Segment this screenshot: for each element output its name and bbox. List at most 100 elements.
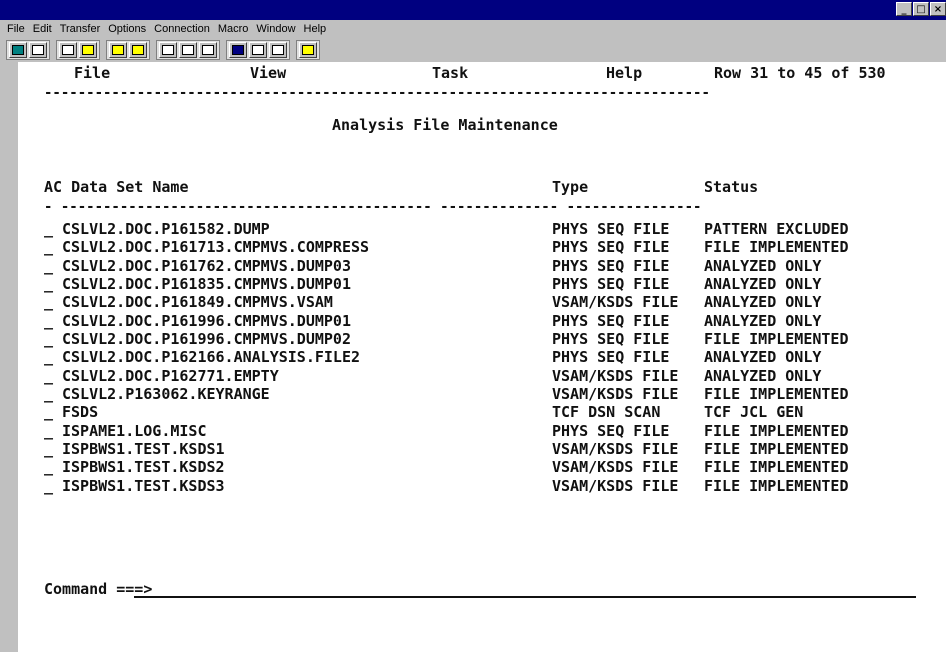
dataset-status: ANALYZED ONLY <box>704 256 822 275</box>
row-select-field[interactable]: _ <box>44 257 53 275</box>
font-down-icon[interactable] <box>179 42 197 58</box>
session-icon[interactable] <box>229 42 247 58</box>
print-icon[interactable] <box>29 42 47 58</box>
dataset-status: FILE IMPLEMENTED <box>704 476 849 495</box>
row-select-field[interactable]: _ <box>44 312 53 330</box>
dataset-status: FILE IMPLEMENTED <box>704 329 849 348</box>
dataset-type: PHYS SEQ FILE <box>552 348 670 367</box>
row-select-field[interactable]: _ <box>44 403 53 421</box>
row-select-field[interactable]: _ <box>44 477 53 495</box>
dataset-type: PHYS SEQ FILE <box>552 311 670 330</box>
dataset-type: PHYS SEQ FILE <box>552 274 670 293</box>
row-select-field[interactable]: _ <box>44 293 53 311</box>
dataset-name: CSLVL2.P163062.KEYRANGE <box>62 384 270 403</box>
dataset-name: ISPBWS1.TEST.KSDS3 <box>62 476 225 495</box>
page-title: Analysis File Maintenance <box>332 116 558 134</box>
paste-icon[interactable] <box>79 42 97 58</box>
dataset-type: TCF DSN SCAN <box>552 403 661 422</box>
dataset-type: VSAM/KSDS FILE <box>552 366 679 385</box>
dataset-name: CSLVL2.DOC.P162771.EMPTY <box>62 366 279 385</box>
command-input[interactable] <box>134 596 916 598</box>
header-name: AC Data Set Name <box>44 178 189 196</box>
restore-icon[interactable]: □ <box>913 2 929 16</box>
header-rule: - --------------------------------------… <box>44 199 702 215</box>
row-select-field[interactable]: _ <box>44 458 53 476</box>
terminal-menu-task[interactable]: Task <box>432 64 468 82</box>
dataset-status: FILE IMPLEMENTED <box>704 439 849 458</box>
row-select-field[interactable]: _ <box>44 422 53 440</box>
toolbar-group-2 <box>56 40 100 60</box>
display-icon[interactable] <box>9 42 27 58</box>
row-select-field[interactable]: _ <box>44 348 53 366</box>
dataset-status: TCF JCL GEN <box>704 403 804 422</box>
dataset-status: FILE IMPLEMENTED <box>704 238 849 257</box>
dataset-type: PHYS SEQ FILE <box>552 329 670 348</box>
dataset-type: PHYS SEQ FILE <box>552 256 670 275</box>
row-select-field[interactable]: _ <box>44 440 53 458</box>
terminal-screen[interactable]: File View Task Help Row 31 to 45 of 530 … <box>18 62 946 652</box>
dataset-type: VSAM/KSDS FILE <box>552 439 679 458</box>
menu-macro[interactable]: Macro <box>215 23 252 35</box>
close-icon[interactable]: × <box>930 2 946 16</box>
row-select-field[interactable]: _ <box>44 385 53 403</box>
header-status: Status <box>704 178 759 196</box>
row-select-field[interactable]: _ <box>44 238 53 256</box>
help-icon[interactable] <box>299 42 317 58</box>
dataset-name: ISPBWS1.TEST.KSDS1 <box>62 439 225 458</box>
dataset-name: CSLVL2.DOC.P161849.CMPMVS.VSAM <box>62 293 333 312</box>
menu-connection[interactable]: Connection <box>151 23 213 35</box>
dataset-name: CSLVL2.DOC.P161996.CMPMVS.DUMP02 <box>62 329 351 348</box>
dataset-status: ANALYZED ONLY <box>704 293 822 312</box>
clear-icon[interactable] <box>269 42 287 58</box>
minimize-icon[interactable]: _ <box>896 2 912 16</box>
toolbar <box>0 38 946 62</box>
dataset-status: ANALYZED ONLY <box>704 274 822 293</box>
menu-file[interactable]: File <box>4 23 28 35</box>
dataset-status: PATTERN EXCLUDED <box>704 220 849 238</box>
dataset-name: ISPAME1.LOG.MISC <box>62 421 207 440</box>
toolbar-group-6 <box>296 40 320 60</box>
dataset-status: ANALYZED ONLY <box>704 366 822 385</box>
window-title-bar: _ □ × <box>0 0 946 20</box>
copy-icon[interactable] <box>59 42 77 58</box>
dataset-status: FILE IMPLEMENTED <box>704 421 849 440</box>
terminal-menu-file[interactable]: File <box>74 64 110 82</box>
toolbar-group-5 <box>226 40 290 60</box>
menu-edit[interactable]: Edit <box>30 23 55 35</box>
dataset-name: ISPBWS1.TEST.KSDS2 <box>62 458 225 477</box>
dataset-name: CSLVL2.DOC.P161996.CMPMVS.DUMP01 <box>62 311 351 330</box>
send-file-icon[interactable] <box>109 42 127 58</box>
row-select-field[interactable]: _ <box>44 220 53 238</box>
dataset-type: VSAM/KSDS FILE <box>552 458 679 477</box>
receive-file-icon[interactable] <box>129 42 147 58</box>
separator-line: ----------------------------------------… <box>44 85 710 101</box>
dataset-type: PHYS SEQ FILE <box>552 238 670 257</box>
menu-window[interactable]: Window <box>253 23 298 35</box>
dataset-type: VSAM/KSDS FILE <box>552 476 679 495</box>
row-select-field[interactable]: _ <box>44 275 53 293</box>
dataset-status: FILE IMPLEMENTED <box>704 384 849 403</box>
terminal-menu-view[interactable]: View <box>250 64 286 82</box>
row-select-field[interactable]: _ <box>44 367 53 385</box>
dataset-name: CSLVL2.DOC.P161582.DUMP <box>62 220 270 238</box>
dataset-status: FILE IMPLEMENTED <box>704 458 849 477</box>
dataset-type: PHYS SEQ FILE <box>552 421 670 440</box>
window-controls: _ □ × <box>896 2 946 16</box>
dataset-status: ANALYZED ONLY <box>704 348 822 367</box>
dataset-name: FSDS <box>62 403 99 422</box>
menu-options[interactable]: Options <box>105 23 149 35</box>
font-up-icon[interactable] <box>199 42 217 58</box>
row-info: Row 31 to 45 of 530 <box>714 64 886 82</box>
dataset-status: ANALYZED ONLY <box>704 311 822 330</box>
dataset-name: CSLVL2.DOC.P162166.ANALYSIS.FILE2 <box>62 348 361 367</box>
macro-icon[interactable] <box>159 42 177 58</box>
row-select-field[interactable]: _ <box>44 330 53 348</box>
dataset-type: VSAM/KSDS FILE <box>552 293 679 312</box>
dataset-name: CSLVL2.DOC.P161713.CMPMVS.COMPRESS <box>62 238 370 257</box>
dataset-type: PHYS SEQ FILE <box>552 220 670 238</box>
edit-icon[interactable] <box>249 42 267 58</box>
menu-transfer[interactable]: Transfer <box>57 23 104 35</box>
terminal-menu-help[interactable]: Help <box>606 64 642 82</box>
menu-help[interactable]: Help <box>301 23 330 35</box>
dataset-type: VSAM/KSDS FILE <box>552 384 679 403</box>
